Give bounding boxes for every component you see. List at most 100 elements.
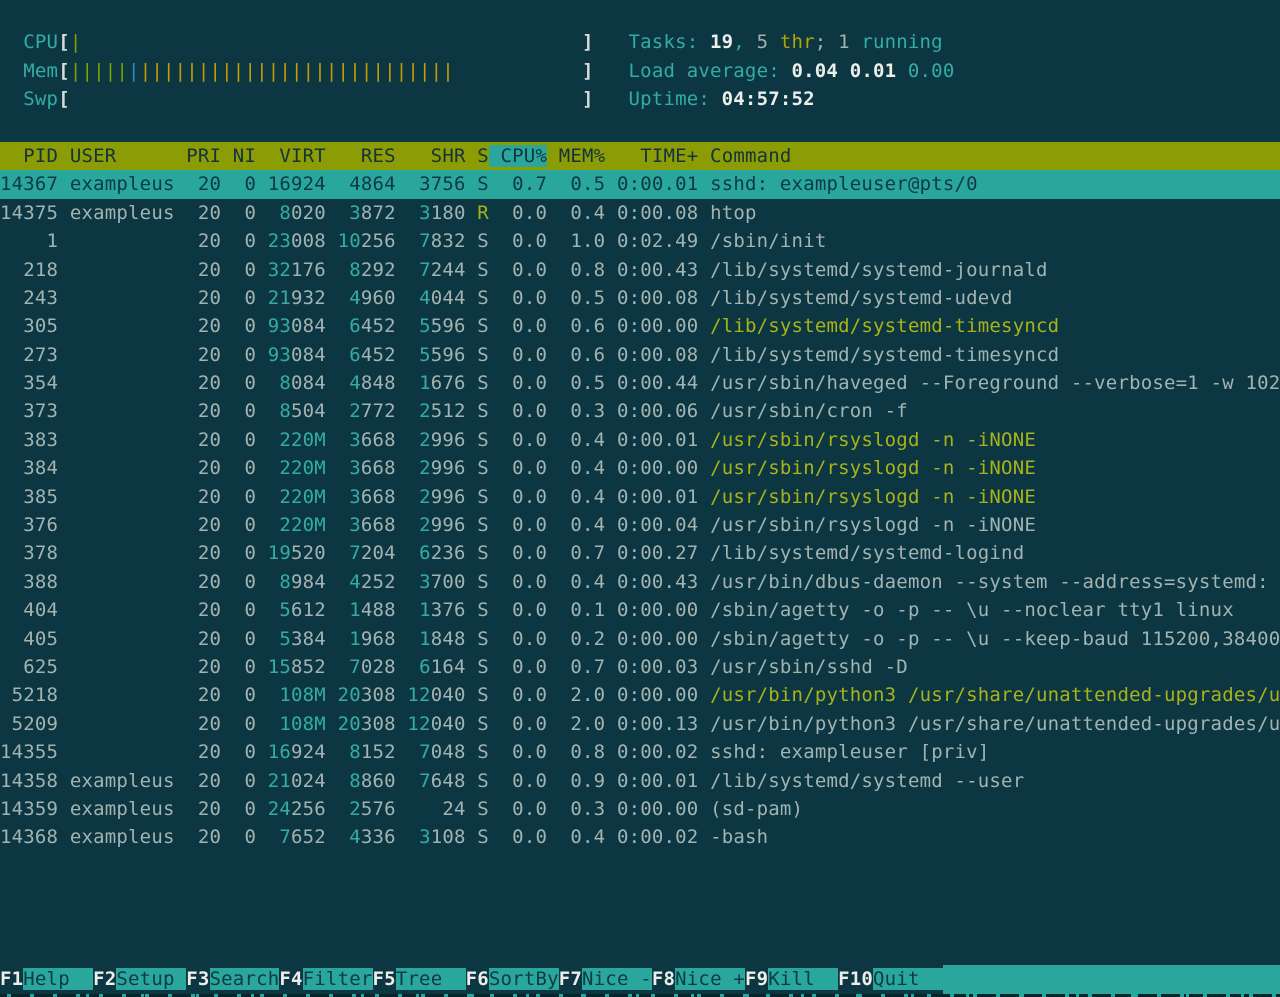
process-row[interactable]: 376 20 0 220M 3668 2996 S 0.0 0.4 0:00.0… — [0, 511, 1280, 539]
process-row[interactable]: 5218 20 0 108M 20308 12040 S 0.0 2.0 0:0… — [0, 681, 1280, 709]
process-row[interactable]: 14375 exampleus 20 0 8020 3872 3180 R 0.… — [0, 199, 1280, 227]
process-row[interactable]: 14359 exampleus 20 0 24256 2576 24 S 0.0… — [0, 795, 1280, 823]
column-header-time[interactable]: TIME+ — [605, 145, 698, 167]
process-row[interactable]: 218 20 0 32176 8292 7244 S 0.0 0.8 0:00.… — [0, 256, 1280, 284]
fnkey-f5-tree[interactable]: F5Tree — [373, 965, 466, 993]
cell-virt: 16924 — [268, 173, 326, 195]
cell-user — [70, 344, 175, 366]
fnkey-f7-nice[interactable]: F7Nice - — [559, 965, 652, 993]
cell-res: 4252 — [338, 571, 396, 593]
process-row[interactable]: 14367 exampleus 20 0 16924 4864 3756 S 0… — [0, 170, 1280, 198]
cell-ni: 0 — [233, 287, 256, 309]
column-header-ni[interactable]: NI — [221, 145, 256, 167]
cell-state: S — [477, 230, 489, 252]
process-row[interactable]: 1 20 0 23008 10256 7832 S 0.0 1.0 0:02.4… — [0, 227, 1280, 255]
fnkey-f6-sortby[interactable]: F6SortBy — [466, 965, 559, 993]
cell-pri: 20 — [186, 315, 221, 337]
column-header-pri[interactable]: PRI — [175, 145, 222, 167]
cell-user — [70, 599, 175, 621]
fnkey-number: F7 — [559, 968, 582, 990]
cell-shr: 3756 — [407, 173, 465, 195]
cell-ni: 0 — [233, 230, 256, 252]
cell-user: exampleus — [70, 173, 175, 195]
process-row[interactable]: 384 20 0 220M 3668 2996 S 0.0 0.4 0:00.0… — [0, 454, 1280, 482]
process-row[interactable]: 625 20 0 15852 7028 6164 S 0.0 0.7 0:00.… — [0, 653, 1280, 681]
cell-ni: 0 — [233, 429, 256, 451]
cell-state: R — [477, 202, 489, 224]
cell-user — [70, 741, 175, 763]
load-average-segment: 0.04 — [792, 60, 850, 82]
fnkey-label: Kill — [768, 968, 838, 990]
cell-state: S — [477, 770, 489, 792]
cell-time: 0:00.43 — [617, 571, 698, 593]
cell-pid: 218 — [0, 259, 58, 281]
process-row[interactable]: 354 20 0 8084 4848 1676 S 0.0 0.5 0:00.4… — [0, 369, 1280, 397]
cell-pid: 354 — [0, 372, 58, 394]
process-row[interactable]: 273 20 0 93084 6452 5596 S 0.0 0.6 0:00.… — [0, 341, 1280, 369]
fnkey-f4-filter[interactable]: F4Filter — [279, 965, 372, 993]
table-header: PID USER PRI NI VIRT RES SHR S CPU% MEM%… — [0, 142, 1280, 170]
column-header-cpu[interactable]: CPU% — [489, 145, 547, 167]
process-row[interactable]: 243 20 0 21932 4960 4044 S 0.0 0.5 0:00.… — [0, 284, 1280, 312]
fnkey-f9-kill[interactable]: F9Kill — [745, 965, 838, 993]
cell-shr: 6164 — [407, 656, 465, 678]
column-header-mem[interactable]: MEM% — [547, 145, 605, 167]
cell-virt: 21024 — [268, 770, 326, 792]
cell-time: 0:00.01 — [617, 173, 698, 195]
cell-res: 8860 — [338, 770, 396, 792]
cell-shr: 2996 — [407, 486, 465, 508]
process-row[interactable]: 385 20 0 220M 3668 2996 S 0.0 0.4 0:00.0… — [0, 483, 1280, 511]
mem-blue-bars: | — [128, 60, 140, 82]
cell-ni: 0 — [233, 599, 256, 621]
cell-virt: 108M — [268, 713, 326, 735]
column-header-s[interactable]: S — [466, 145, 489, 167]
cell-virt: 32176 — [268, 259, 326, 281]
process-row[interactable]: 5209 20 0 108M 20308 12040 S 0.0 2.0 0:0… — [0, 710, 1280, 738]
cell-cpu-percent: 0.0 — [501, 656, 548, 678]
cell-user: exampleus — [70, 202, 175, 224]
cell-cpu-percent: 0.0 — [501, 571, 548, 593]
cell-user — [70, 514, 175, 536]
fnkey-f8-nice[interactable]: F8Nice + — [652, 965, 745, 993]
fnkey-f1-help[interactable]: F1Help — [0, 965, 93, 993]
cell-shr: 1676 — [407, 372, 465, 394]
process-row[interactable]: 383 20 0 220M 3668 2996 S 0.0 0.4 0:00.0… — [0, 426, 1280, 454]
process-row[interactable]: 404 20 0 5612 1488 1376 S 0.0 0.1 0:00.0… — [0, 596, 1280, 624]
meter-open-bracket: [ — [58, 31, 70, 53]
cell-mem-percent: 0.4 — [559, 514, 606, 536]
cell-virt: 19520 — [268, 542, 326, 564]
column-header-res[interactable]: RES — [326, 145, 396, 167]
cell-state: S — [477, 628, 489, 650]
cell-command: /sbin/init — [710, 230, 826, 252]
process-row[interactable]: 305 20 0 93084 6452 5596 S 0.0 0.6 0:00.… — [0, 312, 1280, 340]
cell-shr: 6236 — [407, 542, 465, 564]
cell-ni: 0 — [233, 400, 256, 422]
process-row[interactable]: 378 20 0 19520 7204 6236 S 0.0 0.7 0:00.… — [0, 539, 1280, 567]
column-header-shr[interactable]: SHR — [396, 145, 466, 167]
process-row[interactable]: 388 20 0 8984 4252 3700 S 0.0 0.4 0:00.4… — [0, 568, 1280, 596]
fnkey-label: Filter — [303, 968, 373, 990]
cell-user — [70, 457, 175, 479]
fnkey-f2-setup[interactable]: F2Setup — [93, 965, 186, 993]
process-row[interactable]: 405 20 0 5384 1968 1848 S 0.0 0.2 0:00.0… — [0, 625, 1280, 653]
column-header-user[interactable]: USER — [58, 145, 174, 167]
cell-mem-percent: 0.4 — [559, 457, 606, 479]
cell-cpu-percent: 0.0 — [501, 826, 548, 848]
process-row[interactable]: 14355 20 0 16924 8152 7048 S 0.0 0.8 0:0… — [0, 738, 1280, 766]
fnkey-label: Tree — [396, 968, 466, 990]
cell-ni: 0 — [233, 315, 256, 337]
cell-command: /lib/systemd/systemd-journald — [710, 259, 1048, 281]
process-row[interactable]: 14358 exampleus 20 0 21024 8860 7648 S 0… — [0, 767, 1280, 795]
cell-user — [70, 628, 175, 650]
cell-time: 0:00.02 — [617, 826, 698, 848]
process-row[interactable]: 373 20 0 8504 2772 2512 S 0.0 0.3 0:00.0… — [0, 397, 1280, 425]
column-header-pid[interactable]: PID — [0, 145, 58, 167]
fnkey-f3-search[interactable]: F3Search — [186, 965, 279, 993]
column-header-command[interactable]: Command — [698, 145, 791, 167]
cpu-meter-label: CPU — [23, 31, 58, 53]
cell-mem-percent: 0.2 — [559, 628, 606, 650]
process-row[interactable]: 14368 exampleus 20 0 7652 4336 3108 S 0.… — [0, 823, 1280, 851]
cell-cpu-percent: 0.0 — [501, 429, 548, 451]
column-header-virt[interactable]: VIRT — [256, 145, 326, 167]
fnkey-f10-quit[interactable]: F10Quit — [838, 965, 943, 993]
